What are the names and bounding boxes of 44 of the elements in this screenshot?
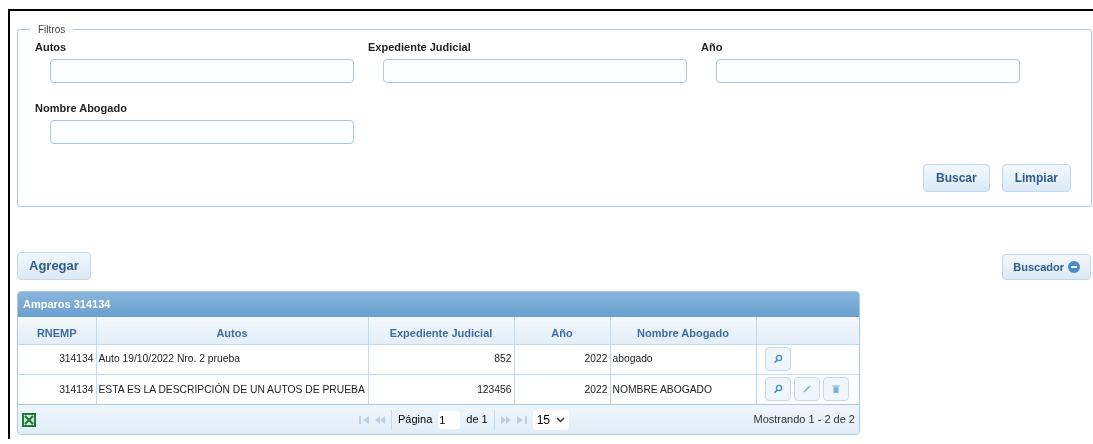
next-page-icon[interactable] (500, 415, 511, 424)
last-page-icon[interactable] (516, 415, 527, 424)
table-title: Amparos 314134 (18, 292, 859, 317)
field-label: Año (701, 40, 724, 53)
input-field[interactable] (50, 120, 354, 144)
input-field[interactable] (383, 59, 687, 83)
table-cell: 2022 (514, 344, 610, 374)
edit-button[interactable] (793, 377, 820, 402)
page-size-select[interactable]: 15 (532, 409, 570, 430)
pencil-icon (801, 384, 812, 395)
input-field[interactable] (716, 59, 1020, 83)
view-button[interactable] (764, 347, 791, 371)
filters-legend: Filtros (30, 22, 74, 37)
toggle-button[interactable]: Buscador (1002, 254, 1091, 280)
column-header[interactable]: Año (514, 317, 610, 344)
first-page-icon[interactable] (359, 415, 369, 424)
collapse-icon (1068, 261, 1080, 273)
delete-button[interactable] (822, 377, 849, 402)
previous-page-icon[interactable] (375, 415, 385, 424)
view-button[interactable] (764, 377, 791, 402)
column-header[interactable]: Autos (96, 317, 368, 344)
column-header[interactable]: Nombre Abogado (610, 317, 756, 344)
search-icon (772, 354, 783, 364)
page-count: de 1 (466, 412, 488, 428)
column-header[interactable]: RNEMP (18, 317, 96, 344)
filter-button[interactable]: Limpiar (1001, 164, 1071, 192)
table-cell: 314134 (18, 344, 96, 374)
table-cell: Auto 19/10/2022 Nro. 2 prueba (96, 344, 368, 374)
input-field[interactable] (50, 59, 354, 83)
search-icon (772, 384, 783, 395)
field-label: Expediente Judicial (368, 40, 472, 53)
table-cell: 852 (368, 344, 514, 374)
table-cell: abogado (610, 344, 756, 374)
add-button[interactable]: Agregar (17, 252, 91, 280)
page-input[interactable]: 1 (438, 410, 461, 429)
chevron-down-icon (556, 416, 566, 423)
field-label: Nombre Abogado (35, 101, 128, 114)
spreadsheet-icon[interactable] (22, 412, 36, 427)
filter-button[interactable]: Buscar (922, 164, 990, 192)
pager-status: Mostrando 1 - 2 de 2 (753, 412, 855, 428)
page-label: Página (398, 412, 433, 428)
column-header[interactable]: Expediente Judicial (368, 317, 514, 344)
field-label: Autos (35, 40, 68, 53)
trash-icon (830, 384, 841, 395)
